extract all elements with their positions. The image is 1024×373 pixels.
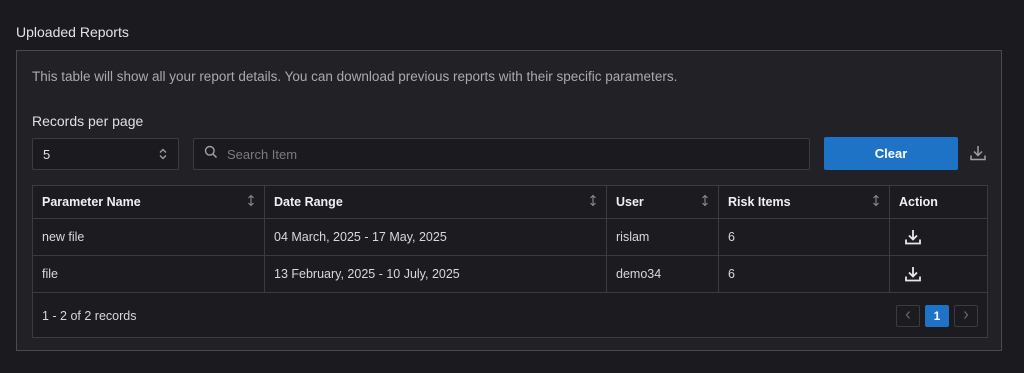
records-per-page-select[interactable]: 5 xyxy=(32,138,179,170)
clear-button[interactable]: Clear xyxy=(824,137,958,170)
section-title: Uploaded Reports xyxy=(16,24,129,40)
chevron-right-icon xyxy=(962,309,970,323)
panel-description: This table will show all your report det… xyxy=(32,69,678,84)
sort-icon[interactable] xyxy=(589,194,597,210)
pagination: 1 xyxy=(896,304,978,327)
header-risk-items[interactable]: Risk Items xyxy=(719,186,890,218)
download-icon[interactable] xyxy=(904,228,922,246)
cell-parameter-name: file xyxy=(33,256,265,292)
header-label: User xyxy=(616,195,644,209)
search-box[interactable] xyxy=(193,138,810,170)
cell-action xyxy=(890,219,987,255)
cell-risk-items: 6 xyxy=(719,256,890,292)
cell-date-range: 13 February, 2025 - 10 July, 2025 xyxy=(265,256,607,292)
prev-page-button[interactable] xyxy=(896,304,920,327)
sort-icon[interactable] xyxy=(247,194,255,210)
download-icon[interactable] xyxy=(904,265,922,283)
header-label: Risk Items xyxy=(728,195,791,209)
reports-panel: This table will show all your report det… xyxy=(16,50,1002,351)
sort-icon[interactable] xyxy=(701,194,709,210)
table-header-row: Parameter Name Date Range User Risk Item… xyxy=(33,186,987,219)
records-per-page-label: Records per page xyxy=(32,113,144,129)
cell-user: rislam xyxy=(607,219,719,255)
records-count: 1 - 2 of 2 records xyxy=(42,308,137,323)
table-footer: 1 - 2 of 2 records 1 xyxy=(33,293,987,338)
cell-parameter-name: new file xyxy=(33,219,265,255)
table-row: new file 04 March, 2025 - 17 May, 2025 r… xyxy=(33,219,987,256)
search-icon xyxy=(204,145,218,164)
search-input[interactable] xyxy=(227,146,787,162)
header-action: Action xyxy=(890,186,987,218)
cell-user: demo34 xyxy=(607,256,719,292)
cell-risk-items: 6 xyxy=(719,219,890,255)
header-label: Action xyxy=(899,195,938,209)
header-user[interactable]: User xyxy=(607,186,719,218)
records-per-page-value: 5 xyxy=(43,146,51,162)
header-label: Date Range xyxy=(274,195,343,209)
next-page-button[interactable] xyxy=(954,304,978,327)
header-date-range[interactable]: Date Range xyxy=(265,186,607,218)
header-parameter-name[interactable]: Parameter Name xyxy=(33,186,265,218)
sort-icon[interactable] xyxy=(872,194,880,210)
download-icon[interactable] xyxy=(967,142,989,164)
cell-date-range: 04 March, 2025 - 17 May, 2025 xyxy=(265,219,607,255)
cell-action xyxy=(890,256,987,292)
table-row: file 13 February, 2025 - 10 July, 2025 d… xyxy=(33,256,987,293)
page-button[interactable]: 1 xyxy=(925,304,949,327)
reports-table: Parameter Name Date Range User Risk Item… xyxy=(32,185,988,338)
chevron-up-down-icon xyxy=(158,148,168,160)
header-label: Parameter Name xyxy=(42,195,141,209)
chevron-left-icon xyxy=(904,309,912,323)
